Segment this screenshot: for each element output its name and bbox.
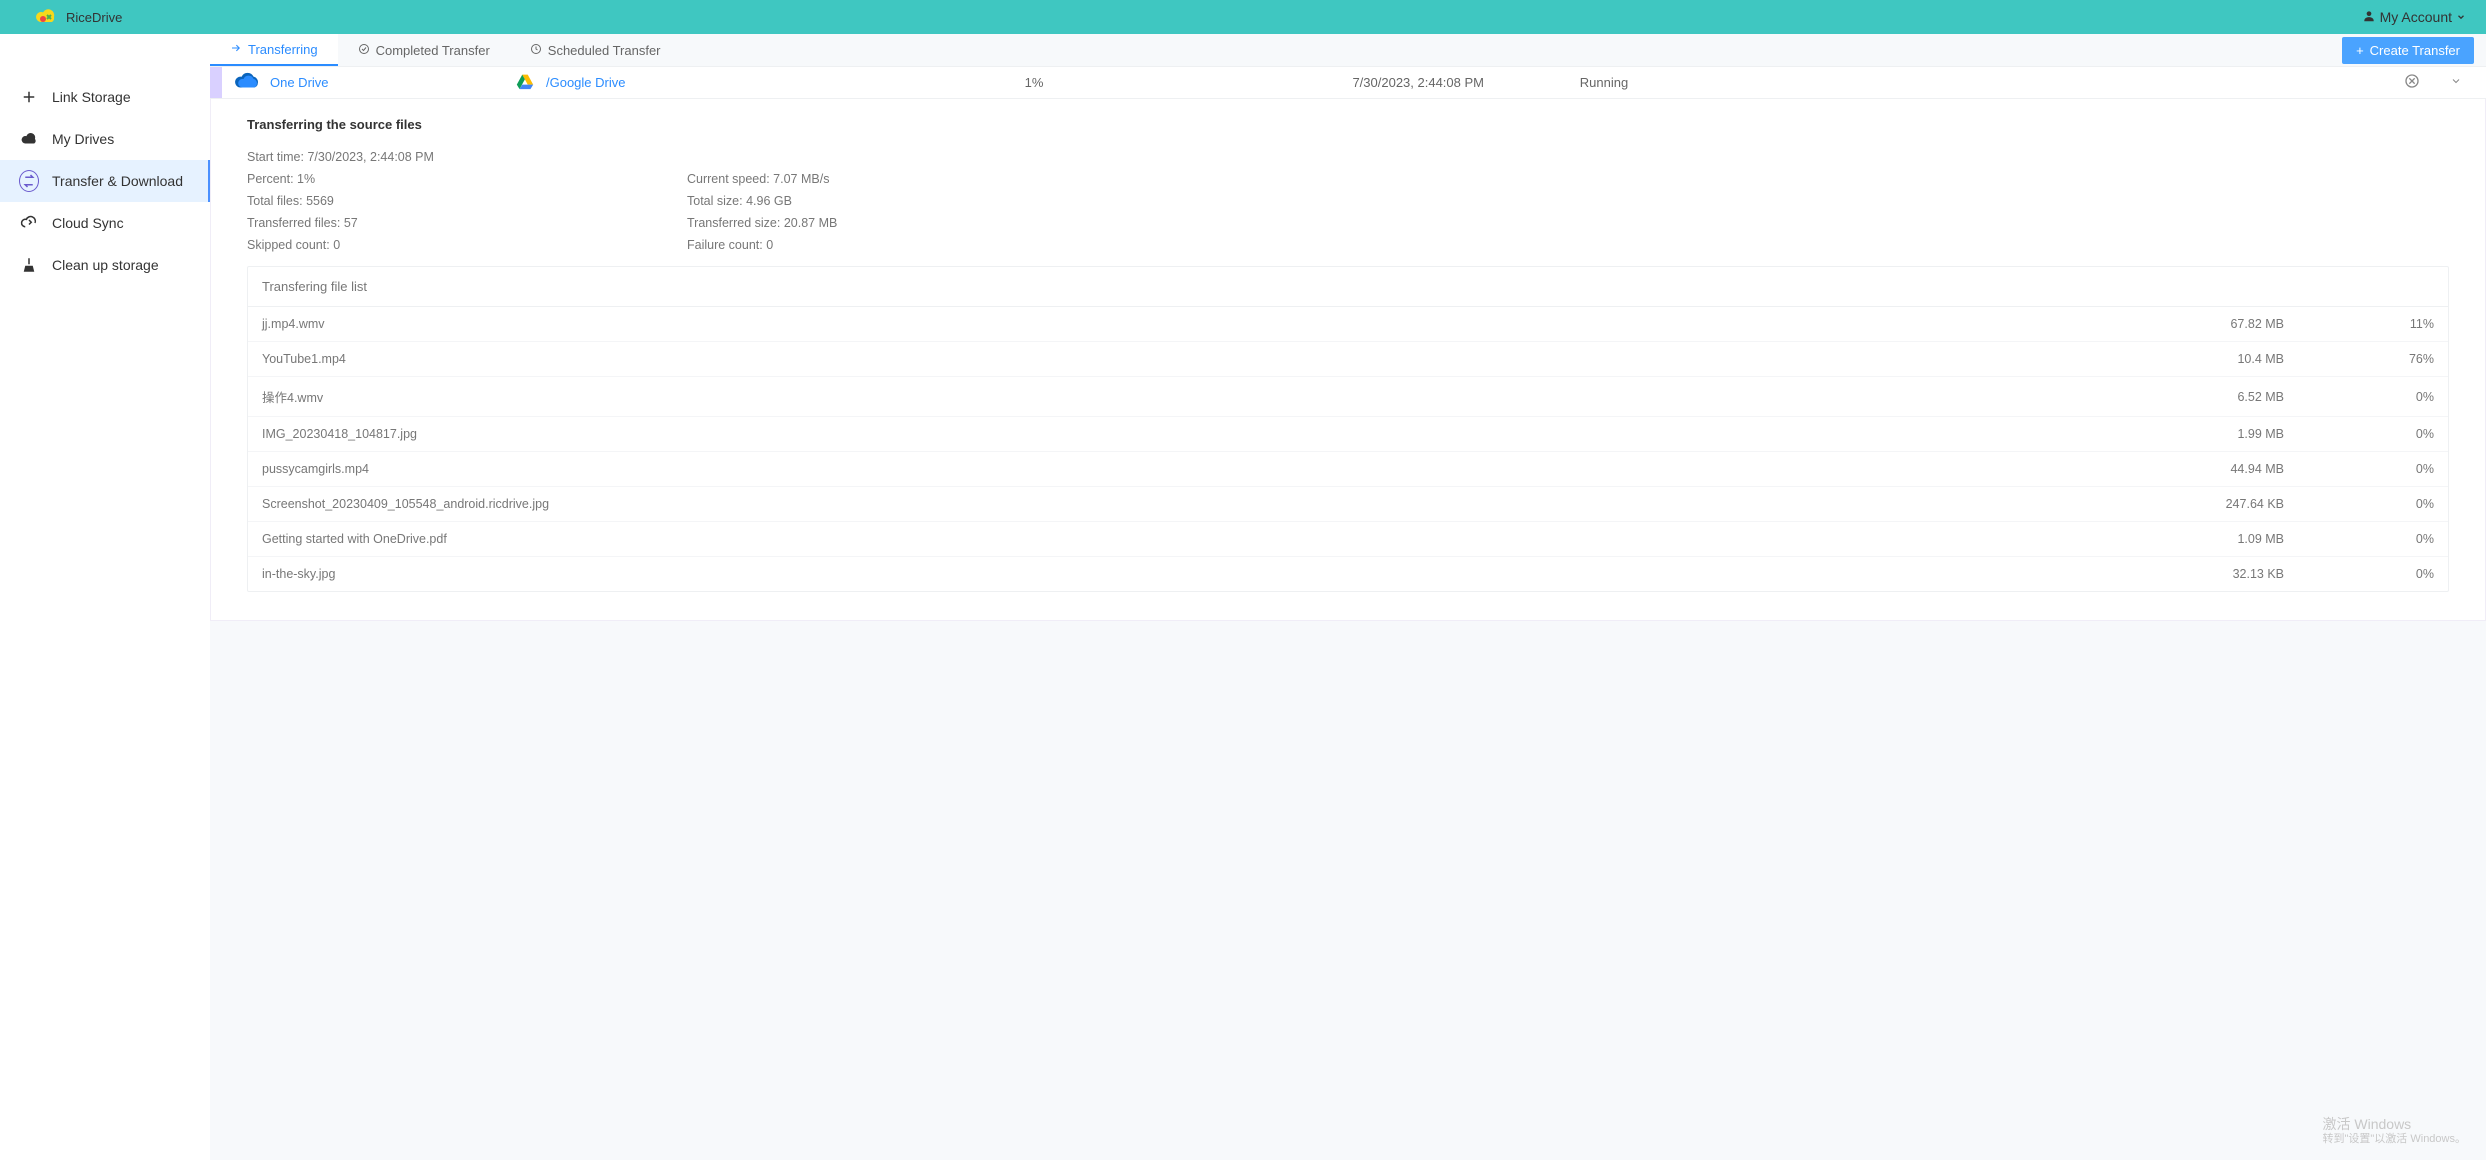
sidebar-item-label: Clean up storage <box>52 257 159 273</box>
file-percent: 0% <box>2284 390 2434 404</box>
sync-icon <box>20 214 38 232</box>
file-name: jj.mp4.wmv <box>262 317 2134 331</box>
file-name: Screenshot_20230409_105548_android.ricdr… <box>262 497 2134 511</box>
sidebar-item-my-drives[interactable]: My Drives <box>0 118 210 160</box>
stop-icon[interactable] <box>2404 73 2420 92</box>
transfer-source-name: One Drive <box>270 75 329 90</box>
file-row: jj.mp4.wmv67.82 MB11% <box>248 307 2448 342</box>
speed-stat: Current speed: 7.07 MB/s <box>687 172 2449 186</box>
details-header: Transferring the source files <box>211 99 2485 142</box>
file-name: 操作4.wmv <box>262 387 2134 406</box>
transfer-time: 7/30/2023, 2:44:08 PM <box>1204 75 1544 90</box>
sidebar-item-transfer-download[interactable]: Transfer & Download <box>0 160 210 202</box>
sidebar-item-label: Transfer & Download <box>52 173 183 189</box>
file-percent: 11% <box>2284 317 2434 331</box>
sidebar-item-cloud-sync[interactable]: Cloud Sync <box>0 202 210 244</box>
clock-icon <box>530 43 542 58</box>
file-row: pussycamgirls.mp444.94 MB0% <box>248 452 2448 487</box>
sidebar-item-label: Link Storage <box>52 89 131 105</box>
sidebar-item-label: Cloud Sync <box>52 215 124 231</box>
file-name: Getting started with OneDrive.pdf <box>262 532 2134 546</box>
transfer-dest-name: /Google Drive <box>546 75 625 90</box>
cloud-icon <box>20 130 38 148</box>
transferred-files-stat: Transferred files: 57 <box>247 216 687 230</box>
chevron-down-icon <box>2456 9 2466 25</box>
file-row: in-the-sky.jpg32.13 KB0% <box>248 557 2448 591</box>
transfer-row[interactable]: One Drive /Google Drive 1% 7/30/2023, 2:… <box>210 67 2486 99</box>
googledrive-icon <box>514 71 536 94</box>
topbar: RiceDrive My Account <box>0 0 2486 34</box>
create-transfer-button[interactable]: + Create Transfer <box>2342 37 2474 64</box>
user-icon <box>2362 9 2376 26</box>
file-size: 6.52 MB <box>2134 390 2284 404</box>
file-row: Screenshot_20230409_105548_android.ricdr… <box>248 487 2448 522</box>
file-list: Transfering file list jj.mp4.wmv67.82 MB… <box>247 266 2449 592</box>
broom-icon <box>20 256 38 274</box>
row-accent <box>210 67 222 98</box>
account-menu[interactable]: My Account <box>2362 9 2466 26</box>
file-size: 67.82 MB <box>2134 317 2284 331</box>
transfer-details: Transferring the source files Start time… <box>210 99 2486 621</box>
file-size: 1.99 MB <box>2134 427 2284 441</box>
brand-name: RiceDrive <box>66 10 122 25</box>
sidebar-item-clean-up[interactable]: Clean up storage <box>0 244 210 286</box>
file-percent: 0% <box>2284 497 2434 511</box>
tab-completed[interactable]: Completed Transfer <box>338 34 510 66</box>
tab-label: Scheduled Transfer <box>548 43 661 58</box>
brand: RiceDrive <box>34 5 122 29</box>
total-files-stat: Total files: 5569 <box>247 194 687 208</box>
tab-transferring[interactable]: Transferring <box>210 34 338 66</box>
file-row: 操作4.wmv6.52 MB0% <box>248 377 2448 417</box>
plus-icon: + <box>2356 43 2364 58</box>
transfer-icon <box>20 172 38 190</box>
transferred-size-stat: Transferred size: 20.87 MB <box>687 216 2449 230</box>
tabbar: Transferring Completed Transfer Schedule… <box>210 34 2486 67</box>
tab-label: Transferring <box>248 42 318 57</box>
file-size: 44.94 MB <box>2134 462 2284 476</box>
brand-logo-icon <box>34 5 58 29</box>
plus-icon <box>20 88 38 106</box>
percent-stat: Percent: 1% <box>247 172 687 186</box>
check-circle-icon <box>358 43 370 58</box>
file-percent: 0% <box>2284 532 2434 546</box>
start-time: Start time: 7/30/2023, 2:44:08 PM <box>247 150 2449 164</box>
account-label: My Account <box>2380 9 2452 25</box>
file-size: 1.09 MB <box>2134 532 2284 546</box>
transfer-source[interactable]: One Drive <box>234 72 514 93</box>
file-size: 247.64 KB <box>2134 497 2284 511</box>
skipped-stat: Skipped count: 0 <box>247 238 687 252</box>
file-percent: 0% <box>2284 427 2434 441</box>
chevron-down-icon[interactable] <box>2450 75 2462 90</box>
arrow-right-icon <box>230 42 242 57</box>
tab-scheduled[interactable]: Scheduled Transfer <box>510 34 681 66</box>
tab-label: Completed Transfer <box>376 43 490 58</box>
file-size: 10.4 MB <box>2134 352 2284 366</box>
file-list-header: Transfering file list <box>248 267 2448 307</box>
failure-stat: Failure count: 0 <box>687 238 2449 252</box>
file-percent: 76% <box>2284 352 2434 366</box>
file-name: IMG_20230418_104817.jpg <box>262 427 2134 441</box>
file-name: in-the-sky.jpg <box>262 567 2134 581</box>
file-percent: 0% <box>2284 462 2434 476</box>
file-name: YouTube1.mp4 <box>262 352 2134 366</box>
sidebar-item-link-storage[interactable]: Link Storage <box>0 76 210 118</box>
file-percent: 0% <box>2284 567 2434 581</box>
file-row: IMG_20230418_104817.jpg1.99 MB0% <box>248 417 2448 452</box>
transfer-status: Running <box>1544 75 1664 90</box>
transfer-dest[interactable]: /Google Drive <box>514 71 864 94</box>
onedrive-icon <box>234 72 260 93</box>
transfer-percent: 1% <box>864 75 1204 90</box>
file-row: Getting started with OneDrive.pdf1.09 MB… <box>248 522 2448 557</box>
file-name: pussycamgirls.mp4 <box>262 462 2134 476</box>
main-panel: Transferring Completed Transfer Schedule… <box>210 34 2486 1160</box>
file-size: 32.13 KB <box>2134 567 2284 581</box>
total-size-stat: Total size: 4.96 GB <box>687 194 2449 208</box>
file-row: YouTube1.mp410.4 MB76% <box>248 342 2448 377</box>
create-transfer-label: Create Transfer <box>2370 43 2460 58</box>
sidebar-item-label: My Drives <box>52 131 114 147</box>
sidebar: Link Storage My Drives Transfer & Downlo… <box>0 34 210 1160</box>
